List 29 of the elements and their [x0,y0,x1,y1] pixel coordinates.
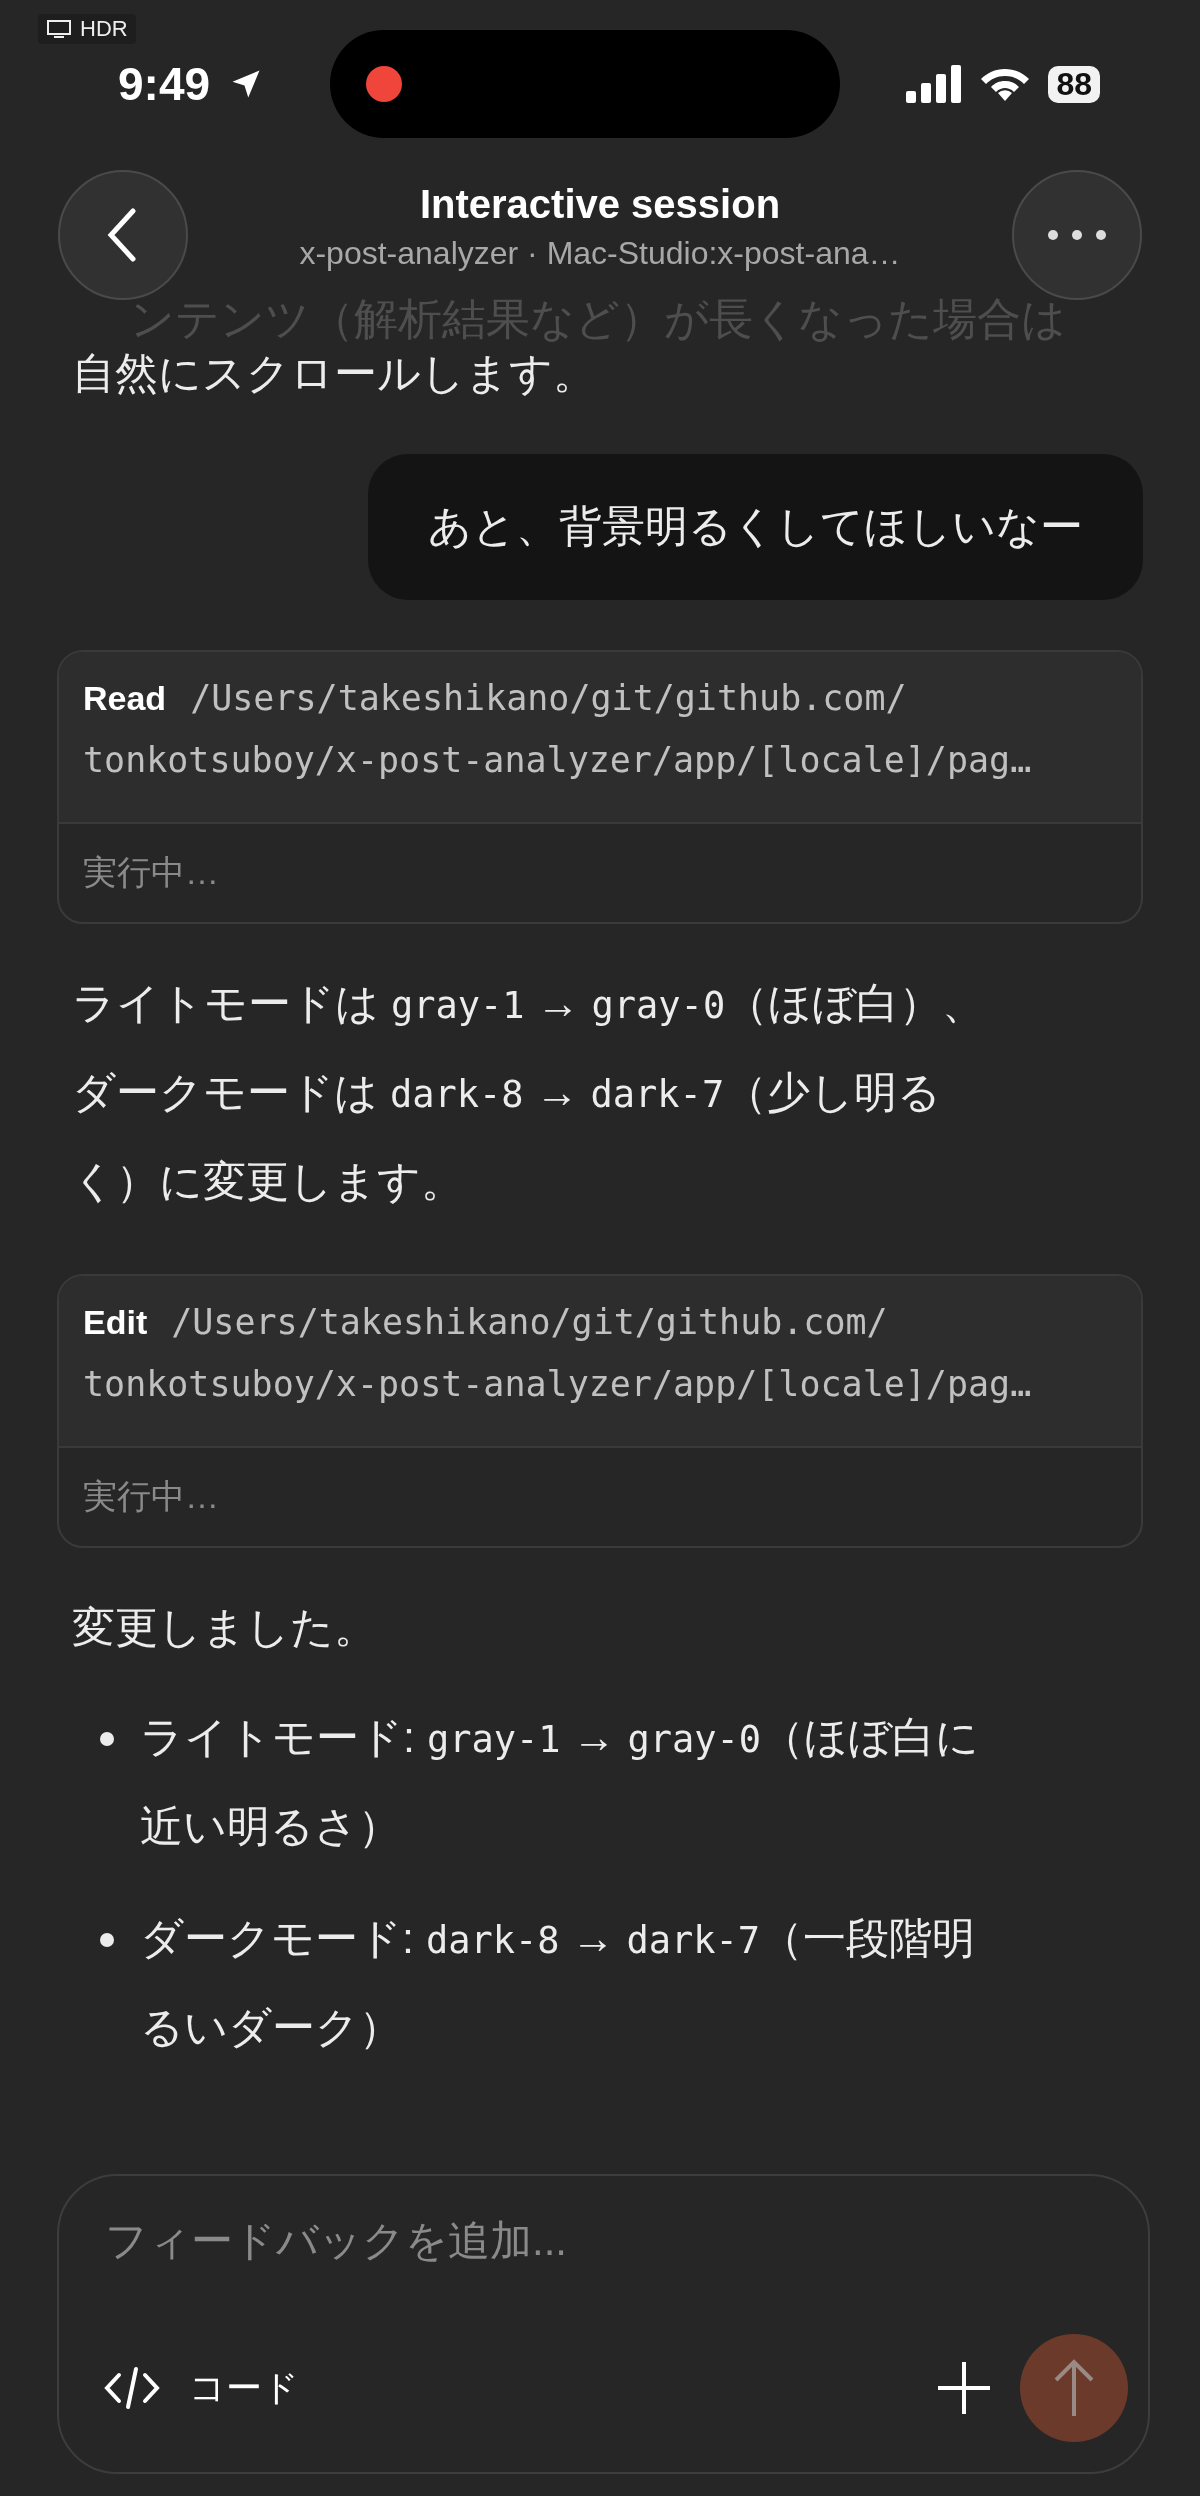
feedback-input[interactable]: フィードバックを追加... [103,2216,1128,2266]
tool-name: Edit [83,1303,148,1342]
display-icon [46,19,72,39]
more-icon [1047,229,1107,241]
bullet-icon [100,1732,114,1746]
arrow-up-icon [1052,2358,1096,2418]
signal-icon [906,65,963,103]
file-path: tonkotsuboy/x-post-analyzer/app/[locale]/pag… [83,740,1032,780]
status-time: 9:49 [118,57,211,111]
tool-status: 実行中… [83,853,219,891]
battery-level: 88 [1048,65,1100,103]
user-message-bubble: あと、背景明るくしてほしいなー [368,454,1143,600]
list-item-text: ダークモード: dark-8 → dark-7（一段階明 るいダーク） [140,1913,976,2053]
hdr-label: HDR [80,16,128,42]
file-path: tonkotsuboy/x-post-analyzer/app/[locale]/pag… [83,1364,1032,1404]
tool-status: 実行中… [83,1477,219,1515]
session-title: Interactive session [419,182,781,227]
file-path: /Users/takeshikano/git/github.com/ [171,1302,888,1342]
file-path: /Users/takeshikano/git/github.com/ [190,678,907,718]
message-text: 自然にスクロールします。 [72,348,597,399]
code-mode-button[interactable]: コード [189,2363,908,2413]
code-icon [103,2365,161,2411]
message-text: 変更しました。 [72,1602,378,1653]
list-item-text: ライトモード: gray-1 → gray-0（ほぼ白に 近い明るさ） [140,1712,980,1852]
tool-name: Read [83,679,167,718]
bullet-icon [100,1933,114,1947]
message-text: ライトモードは gray-1 → gray-0（ほぼ白）、 ダークモードは dark-8 → dark-7（少し明る く）に変更します。 [72,978,987,1207]
plus-icon[interactable] [936,2360,992,2416]
session-subtitle: x-post-analyzer · Mac-Studio:x-post-ana… [299,235,901,272]
